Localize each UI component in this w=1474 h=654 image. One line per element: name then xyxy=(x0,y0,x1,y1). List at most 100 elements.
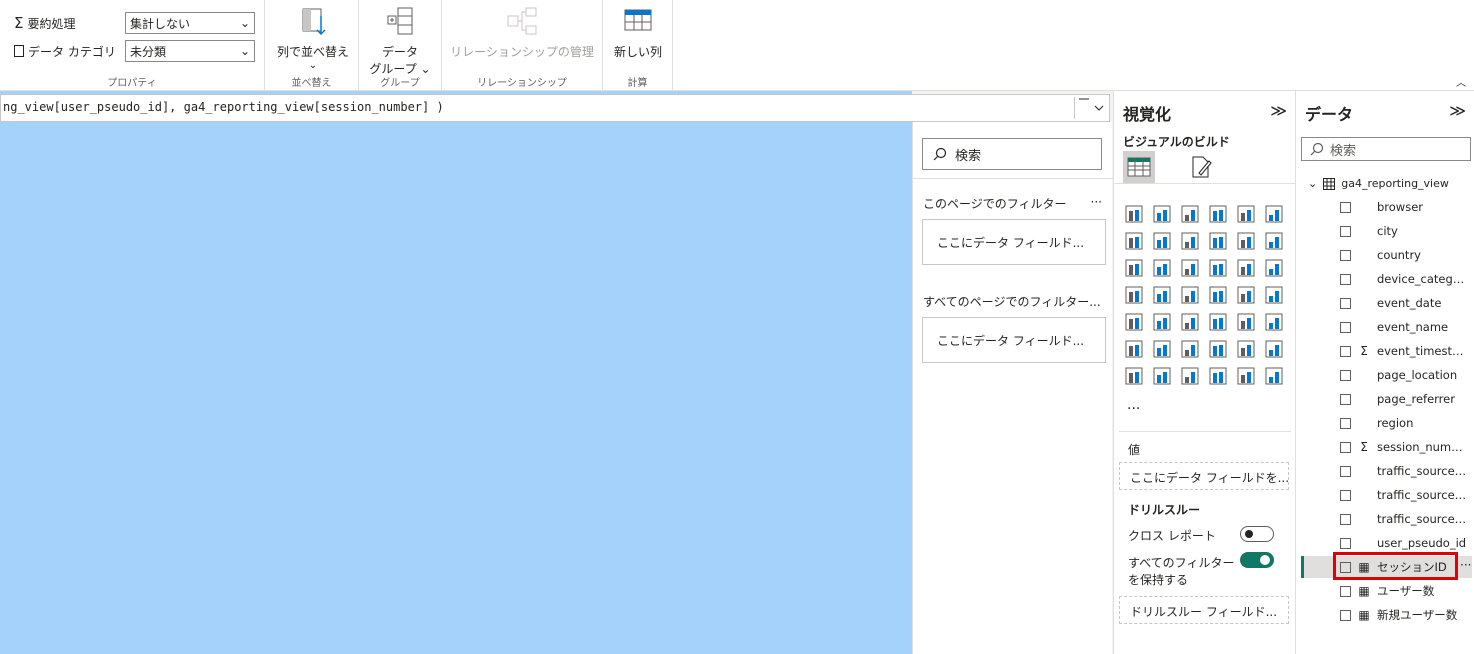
r-visual-icon[interactable] xyxy=(1263,311,1285,333)
category-select[interactable]: 未分類 ⌄ xyxy=(125,40,255,62)
line-column-icon[interactable] xyxy=(1235,230,1257,252)
field-checkbox[interactable] xyxy=(1340,393,1351,405)
all-filters-drop[interactable]: ここにデータ フィールド... xyxy=(922,317,1106,363)
report-canvas[interactable] xyxy=(0,122,912,654)
page-filters-drop[interactable]: ここにデータ フィールド... xyxy=(922,219,1106,265)
stacked-column-icon[interactable] xyxy=(1151,203,1173,225)
data-search-input[interactable]: 検索 xyxy=(1301,137,1471,161)
filter-search-input[interactable]: 検索 xyxy=(922,138,1102,170)
field-more-button[interactable]: ··· xyxy=(1460,558,1471,572)
multirow-card-icon[interactable] xyxy=(1123,311,1145,333)
drillthrough-drop[interactable]: ドリルスルー フィールド... xyxy=(1119,596,1289,624)
field-checkbox[interactable] xyxy=(1340,537,1351,549)
build-visual-tab[interactable] xyxy=(1123,151,1155,183)
field-checkbox[interactable] xyxy=(1340,273,1351,285)
field-checkbox[interactable] xyxy=(1340,297,1351,309)
filled-map-icon[interactable] xyxy=(1179,284,1201,306)
field-item[interactable]: event_date xyxy=(1340,293,1474,313)
metrics-icon[interactable] xyxy=(1263,338,1285,360)
python-visual-icon[interactable] xyxy=(1123,338,1145,360)
treemap-icon[interactable] xyxy=(1123,284,1145,306)
field-item[interactable]: region xyxy=(1340,413,1474,433)
new-column-button[interactable]: 新しい列 xyxy=(609,6,667,60)
more-visuals-button[interactable]: ··· xyxy=(1127,401,1140,417)
field-checkbox[interactable] xyxy=(1340,513,1351,525)
card-icon[interactable] xyxy=(1263,284,1285,306)
field-checkbox[interactable] xyxy=(1340,201,1351,213)
field-checkbox[interactable] xyxy=(1340,441,1351,453)
field-item[interactable]: page_location xyxy=(1340,365,1474,385)
field-checkbox[interactable] xyxy=(1340,369,1351,381)
waterfall-icon[interactable] xyxy=(1151,257,1173,279)
key-influencers-icon[interactable] xyxy=(1151,338,1173,360)
field-item[interactable]: ▦ 新規ユーザー数 xyxy=(1340,605,1474,625)
field-checkbox[interactable] xyxy=(1340,465,1351,477)
format-visual-tab[interactable] xyxy=(1185,151,1217,183)
collapse-visualizations-button[interactable]: ≫ xyxy=(1270,101,1287,120)
stacked-area-icon[interactable] xyxy=(1179,230,1201,252)
azure-map-icon[interactable] xyxy=(1207,284,1229,306)
field-item[interactable]: country xyxy=(1340,245,1474,265)
field-item[interactable]: event_name xyxy=(1340,317,1474,337)
map-icon[interactable] xyxy=(1151,284,1173,306)
funnel-icon[interactable] xyxy=(1179,257,1201,279)
line-chart-icon[interactable] xyxy=(1123,230,1145,252)
summarize-select[interactable]: 集計しない ⌄ xyxy=(125,12,255,34)
field-item[interactable]: traffic_source_n... xyxy=(1340,485,1474,505)
field-item[interactable]: Σsession_number xyxy=(1340,437,1474,457)
qa-icon[interactable] xyxy=(1207,338,1229,360)
collapse-data-button[interactable]: ≫ xyxy=(1449,101,1466,120)
narrative-icon[interactable] xyxy=(1235,338,1257,360)
paginated-icon[interactable] xyxy=(1123,365,1145,387)
field-item[interactable]: page_referrer xyxy=(1340,389,1474,409)
get-more-icon[interactable] xyxy=(1263,365,1285,387)
power-apps-icon[interactable] xyxy=(1151,365,1173,387)
field-item[interactable]: browser xyxy=(1340,197,1474,217)
arcgis-icon[interactable] xyxy=(1207,365,1229,387)
page-filters-more-button[interactable]: ··· xyxy=(1091,195,1102,209)
line-stacked-icon[interactable] xyxy=(1263,230,1285,252)
ribbon-chart-icon[interactable] xyxy=(1123,257,1145,279)
clustered-bar-icon[interactable] xyxy=(1179,203,1201,225)
pie-icon[interactable] xyxy=(1235,257,1257,279)
field-checkbox[interactable] xyxy=(1340,249,1351,261)
field-checkbox[interactable] xyxy=(1340,609,1351,621)
stacked-bar-icon[interactable] xyxy=(1123,203,1145,225)
field-item[interactable]: traffic_source_s... xyxy=(1340,509,1474,529)
100-bar-icon[interactable] xyxy=(1235,203,1257,225)
ribbon-area-icon[interactable] xyxy=(1207,230,1229,252)
smart-narrative-icon[interactable] xyxy=(1235,365,1257,387)
field-item[interactable]: user_pseudo_id xyxy=(1340,533,1474,553)
field-checkbox[interactable] xyxy=(1340,417,1351,429)
field-item[interactable]: ▦ ユーザー数 xyxy=(1340,581,1474,601)
field-item[interactable]: city xyxy=(1340,221,1474,241)
kpi-icon[interactable] xyxy=(1151,311,1173,333)
slicer-icon[interactable] xyxy=(1179,311,1201,333)
field-checkbox[interactable] xyxy=(1340,585,1351,597)
donut-icon[interactable] xyxy=(1263,257,1285,279)
field-item[interactable]: traffic_source_... xyxy=(1340,461,1474,481)
formula-expand-button[interactable] xyxy=(1074,97,1108,119)
area-chart-icon[interactable] xyxy=(1151,230,1173,252)
collapse-ribbon-icon[interactable]: ︿ xyxy=(1456,74,1466,89)
table-icon[interactable] xyxy=(1207,311,1229,333)
100-column-icon[interactable] xyxy=(1263,203,1285,225)
field-checkbox[interactable] xyxy=(1340,345,1351,357)
sort-by-column-button[interactable]: 列で並べ替え ⌄ xyxy=(273,6,353,71)
field-checkbox[interactable] xyxy=(1340,489,1351,501)
field-checkbox[interactable] xyxy=(1340,321,1351,333)
data-groups-button[interactable]: データ グループ ⌄ xyxy=(365,6,435,77)
manage-relationships-button[interactable]: リレーションシップの管理 xyxy=(446,6,598,60)
matrix-icon[interactable] xyxy=(1235,311,1257,333)
formula-bar[interactable]: ng_view[user_pseudo_id], ga4_reporting_v… xyxy=(0,94,1110,122)
gauge-icon[interactable] xyxy=(1235,284,1257,306)
table-node[interactable]: ⌄ ga4_reporting_view xyxy=(1308,177,1449,190)
power-automate-icon[interactable] xyxy=(1179,365,1201,387)
cross-report-toggle[interactable] xyxy=(1240,526,1274,542)
values-drop[interactable]: ここにデータ フィールドを... xyxy=(1119,462,1289,490)
scatter-icon[interactable] xyxy=(1207,257,1229,279)
keep-filters-toggle[interactable] xyxy=(1240,552,1274,568)
field-item[interactable]: Σevent_timestamp xyxy=(1340,341,1474,361)
clustered-column-icon[interactable] xyxy=(1207,203,1229,225)
field-checkbox[interactable] xyxy=(1340,225,1351,237)
